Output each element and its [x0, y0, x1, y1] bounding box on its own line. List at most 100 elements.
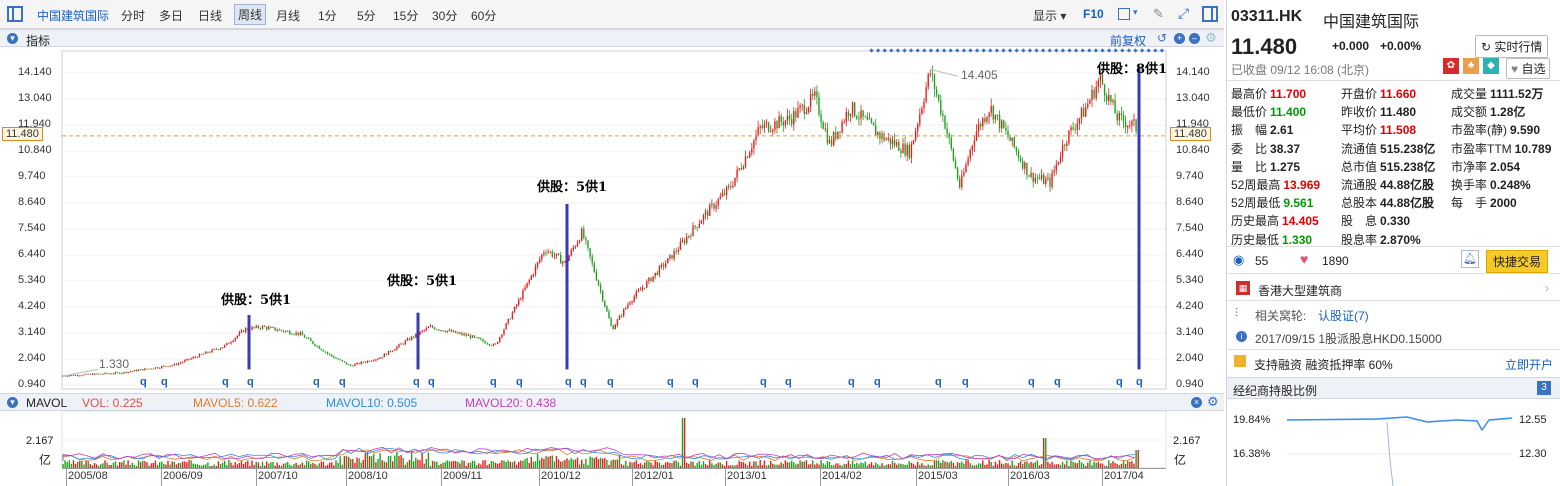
add-watchlist-button[interactable]: ♥ 自选 [1506, 58, 1551, 79]
candle-body [100, 373, 102, 375]
candle-body [883, 133, 885, 141]
period-tab-5min[interactable]: 5分 [357, 7, 376, 24]
stat-label: 总市值 [1341, 159, 1378, 174]
collapse-icon[interactable]: ▾ [7, 397, 18, 408]
candle-body [574, 246, 577, 248]
event-marker[interactable]: q [848, 376, 855, 388]
volume-chart[interactable] [0, 411, 1224, 468]
event-marker[interactable]: q [667, 376, 674, 388]
category-icon[interactable]: ♣ [1463, 58, 1479, 74]
close-icon[interactable]: × [1191, 397, 1202, 408]
collapse-icon[interactable]: ▾ [7, 33, 18, 44]
plot-frame [61, 50, 1167, 390]
chart-type-icon[interactable] [1118, 8, 1130, 20]
candle-body [833, 132, 835, 146]
candle-body [266, 326, 268, 330]
candle-body [381, 357, 383, 358]
fullscreen-icon[interactable]: ⤢ [1178, 5, 1189, 22]
event-marker[interactable]: q [247, 376, 254, 388]
margin-icon [1234, 355, 1246, 367]
event-marker[interactable]: q [516, 376, 523, 388]
event-marker[interactable]: q [428, 376, 435, 388]
period-tab-60min[interactable]: 60分 [471, 7, 496, 24]
event-marker[interactable]: q [1028, 376, 1035, 388]
event-marker[interactable]: q [313, 376, 320, 388]
quick-trade-button[interactable]: 快捷交易 [1486, 250, 1549, 273]
volume-bar [410, 451, 413, 468]
candle-body [698, 223, 700, 228]
event-marker[interactable]: q [692, 376, 699, 388]
event-marker[interactable]: q [222, 376, 229, 388]
remove-icon[interactable]: – [1189, 33, 1200, 44]
volume-bar [137, 460, 140, 468]
settings-icon[interactable]: ⚙ [1207, 394, 1219, 410]
open-account-link[interactable]: 立即开户 [1505, 356, 1553, 373]
display-menu-button[interactable]: 显示 ▾ [1033, 7, 1066, 24]
candle-body [532, 274, 535, 276]
chevron-down-icon[interactable]: ▾ [1133, 7, 1138, 18]
event-marker[interactable]: q [580, 376, 587, 388]
event-marker[interactable]: q [785, 376, 792, 388]
volume-bar [343, 456, 346, 468]
event-marker[interactable]: q [1136, 376, 1143, 388]
heart-icon[interactable]: ♥ [1300, 251, 1308, 267]
event-marker[interactable]: q [760, 376, 767, 388]
candle-body [184, 360, 186, 362]
period-tab-multiday[interactable]: 多日 [159, 7, 183, 24]
price-chart[interactable] [0, 47, 1224, 393]
period-tab-weekly[interactable]: 周线 [234, 4, 267, 25]
date-axis [62, 468, 1166, 486]
chevron-right-icon[interactable]: › [1545, 281, 1549, 295]
sidebar-toggle-icon[interactable] [7, 6, 23, 22]
period-tab-15min[interactable]: 15分 [393, 7, 418, 24]
period-tab-30min[interactable]: 30分 [432, 7, 457, 24]
pen-icon[interactable]: ✎ [1153, 6, 1164, 22]
candle-body [866, 116, 868, 120]
tag-icon[interactable]: ◆ [1483, 58, 1499, 74]
stat-value: 11.700 [1270, 87, 1307, 101]
candle-body [589, 247, 591, 257]
volume-bar [402, 458, 404, 468]
event-marker[interactable]: q [140, 376, 147, 388]
stat-item: 历史最高 14.405 [1231, 212, 1319, 229]
broker-panel-icon[interactable]: 3 [1537, 381, 1551, 395]
bell-icon[interactable]: 🔔︎ [1461, 250, 1479, 268]
event-marker[interactable]: q [874, 376, 881, 388]
candle-body [1108, 94, 1110, 102]
realtime-quote-button[interactable]: ↻ 实时行情 [1475, 35, 1549, 58]
warrants-link[interactable]: 认股证(7) [1318, 307, 1369, 324]
period-tab-daily[interactable]: 日线 [198, 7, 222, 24]
event-marker[interactable]: q [490, 376, 497, 388]
f10-button[interactable]: F10 [1083, 7, 1104, 21]
period-tab-intraday[interactable]: 分时 [121, 7, 145, 24]
add-icon[interactable]: + [1174, 33, 1185, 44]
event-marker[interactable]: q [339, 376, 346, 388]
event-marker[interactable]: q [1054, 376, 1061, 388]
volume-bar [240, 460, 243, 468]
volume-bar [167, 460, 169, 468]
event-marker[interactable]: q [1116, 376, 1123, 388]
stat-item: 最高价 11.700 [1231, 85, 1306, 102]
candle-body [604, 300, 606, 307]
event-marker[interactable]: q [413, 376, 420, 388]
event-marker[interactable]: q [935, 376, 942, 388]
stock-name-tab[interactable]: 中国建筑国际 [37, 7, 109, 24]
settings-icon[interactable]: ⚙ [1205, 30, 1217, 46]
candle-body [1072, 127, 1074, 130]
stat-value: 1.275 [1270, 159, 1301, 174]
candle-body [196, 357, 199, 358]
undo-icon[interactable]: ↺ [1157, 31, 1167, 45]
candle-body [270, 327, 272, 328]
price-y-tick-l: 14.140 [18, 66, 52, 78]
panel-toggle-icon[interactable] [1202, 6, 1218, 22]
event-marker[interactable]: q [161, 376, 168, 388]
volume-bar [938, 460, 940, 468]
volume-bar [387, 455, 390, 468]
period-tab-1min[interactable]: 1分 [318, 7, 337, 24]
event-marker[interactable]: q [565, 376, 572, 388]
event-marker[interactable]: q [962, 376, 969, 388]
period-tab-monthly[interactable]: 月线 [276, 7, 300, 24]
event-marker[interactable]: q [607, 376, 614, 388]
sector-link[interactable]: 香港大型建筑商 [1258, 282, 1342, 299]
dividend-notice[interactable]: 2017/09/15 1股派股息HKD0.15000 [1255, 330, 1442, 347]
